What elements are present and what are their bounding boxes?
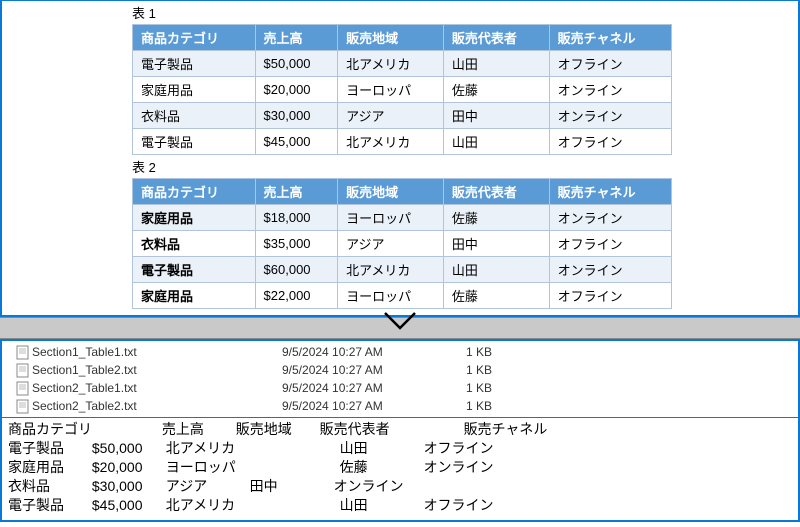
table2-header-cell: 売上高 xyxy=(255,179,338,205)
file-name: Section1_Table1.txt xyxy=(32,345,282,359)
table1: 商品カテゴリ 売上高 販売地域 販売代表者 販売チャネル 電子製品$50,000… xyxy=(132,24,672,155)
table-row: 家庭用品$18,000ヨーロッパ佐藤オンライン xyxy=(133,205,672,231)
table-row: 家庭用品$22,000ヨーロッパ佐藤オフライン xyxy=(133,283,672,309)
table2-title: 表 2 xyxy=(132,157,778,176)
file-row[interactable]: Section1_Table1.txt 9/5/2024 10:27 AM 1 … xyxy=(12,343,788,361)
text-file-icon xyxy=(12,381,32,396)
file-date: 9/5/2024 10:27 AM xyxy=(282,399,442,413)
text-file-icon xyxy=(12,363,32,378)
document-area: 表 1 商品カテゴリ 売上高 販売地域 販売代表者 販売チャネル 電子製品$50… xyxy=(132,3,778,309)
file-name: Section2_Table1.txt xyxy=(32,381,282,395)
arrow-down-icon xyxy=(383,311,417,334)
file-date: 9/5/2024 10:27 AM xyxy=(282,381,442,395)
document-panel: 表 1 商品カテゴリ 売上高 販売地域 販売代表者 販売チャネル 電子製品$50… xyxy=(0,0,800,317)
preview-header: 商品カテゴリ 売上高 販売地域 販売代表者 販売チャネル xyxy=(8,420,792,439)
preview-line: 電子製品 $45,000 北アメリカ 山田 オフライン xyxy=(8,496,792,515)
table1-header-cell: 商品カテゴリ xyxy=(133,25,256,51)
text-file-icon xyxy=(12,399,32,414)
file-list: Section1_Table1.txt 9/5/2024 10:27 AM 1 … xyxy=(2,341,798,417)
file-row[interactable]: Section2_Table2.txt 9/5/2024 10:27 AM 1 … xyxy=(12,397,788,415)
preview-line: 家庭用品 $20,000 ヨーロッパ 佐藤 オンライン xyxy=(8,458,792,477)
table-row: 衣料品$30,000アジア田中オンライン xyxy=(133,103,672,129)
table2: 商品カテゴリ 売上高 販売地域 販売代表者 販売チャネル 家庭用品$18,000… xyxy=(132,178,672,309)
file-size: 1 KB xyxy=(442,345,502,359)
file-size: 1 KB xyxy=(442,381,502,395)
table-row: 電子製品$45,000北アメリカ山田オフライン xyxy=(133,129,672,155)
table1-title: 表 1 xyxy=(132,3,778,22)
flow-divider xyxy=(0,317,800,339)
table1-header-cell: 販売代表者 xyxy=(443,25,549,51)
file-row[interactable]: Section1_Table2.txt 9/5/2024 10:27 AM 1 … xyxy=(12,361,788,379)
file-date: 9/5/2024 10:27 AM xyxy=(282,345,442,359)
table-row: 電子製品$60,000北アメリカ山田オンライン xyxy=(133,257,672,283)
table1-header-cell: 売上高 xyxy=(255,25,338,51)
file-preview: 商品カテゴリ 売上高 販売地域 販売代表者 販売チャネル 電子製品 $50,00… xyxy=(2,417,798,520)
file-size: 1 KB xyxy=(442,399,502,413)
table-row: 衣料品$35,000アジア田中オフライン xyxy=(133,231,672,257)
table2-header-row: 商品カテゴリ 売上高 販売地域 販売代表者 販売チャネル xyxy=(133,179,672,205)
explorer-panel: Section1_Table1.txt 9/5/2024 10:27 AM 1 … xyxy=(0,339,800,522)
file-date: 9/5/2024 10:27 AM xyxy=(282,363,442,377)
table2-header-cell: 販売チャネル xyxy=(549,179,671,205)
file-name: Section2_Table2.txt xyxy=(32,399,282,413)
file-name: Section1_Table2.txt xyxy=(32,363,282,377)
preview-line: 衣料品 $30,000 アジア 田中 オンライン xyxy=(8,477,792,496)
table-row: 家庭用品$20,000ヨーロッパ佐藤オンライン xyxy=(133,77,672,103)
table2-header-cell: 販売地域 xyxy=(338,179,444,205)
file-size: 1 KB xyxy=(442,363,502,377)
table1-header-cell: 販売チャネル xyxy=(549,25,671,51)
table2-header-cell: 販売代表者 xyxy=(443,179,549,205)
table-row: 電子製品$50,000北アメリカ山田オフライン xyxy=(133,51,672,77)
table1-header-row: 商品カテゴリ 売上高 販売地域 販売代表者 販売チャネル xyxy=(133,25,672,51)
file-row[interactable]: Section2_Table1.txt 9/5/2024 10:27 AM 1 … xyxy=(12,379,788,397)
table1-header-cell: 販売地域 xyxy=(338,25,444,51)
text-file-icon xyxy=(12,345,32,360)
table2-header-cell: 商品カテゴリ xyxy=(133,179,256,205)
preview-line: 電子製品 $50,000 北アメリカ 山田 オフライン xyxy=(8,439,792,458)
